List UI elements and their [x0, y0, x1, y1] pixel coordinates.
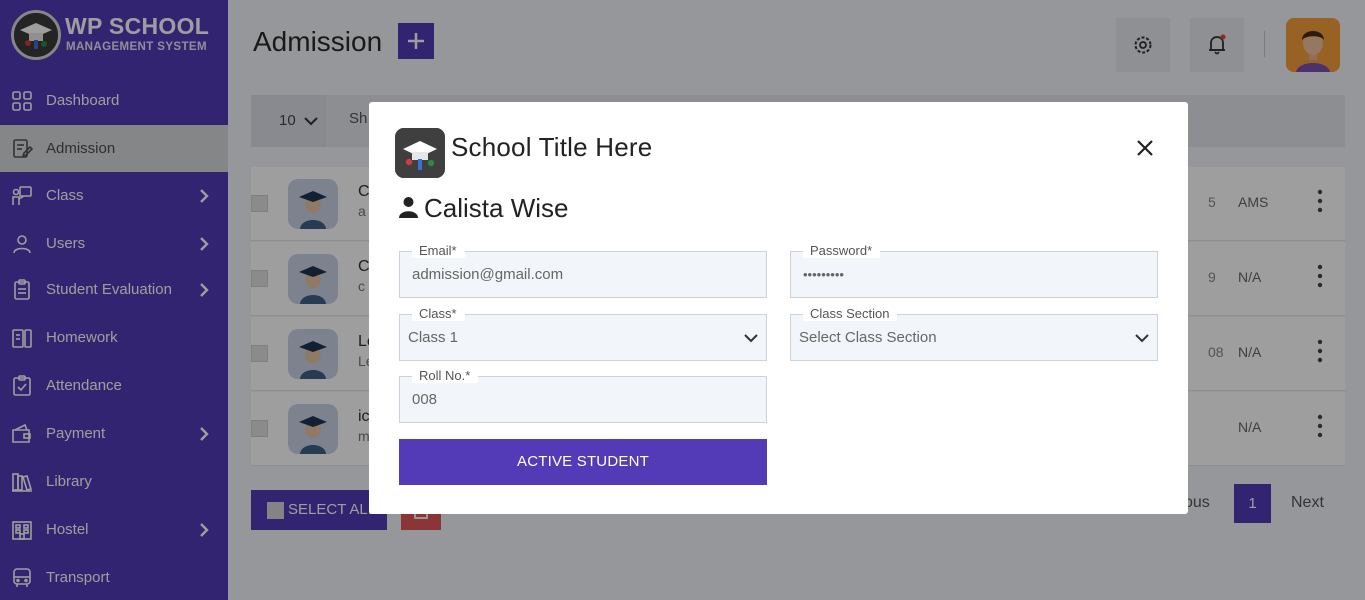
roll-no-field[interactable]: Roll No.* 008: [399, 369, 767, 423]
modal-title: School Title Here: [451, 132, 653, 162]
active-student-button[interactable]: ACTIVE STUDENT: [399, 439, 767, 485]
class-section-select[interactable]: Class Section Select Class Section: [790, 307, 1158, 361]
class-value: Class 1: [408, 329, 459, 346]
student-name-heading: Calista Wise: [424, 193, 569, 223]
roll-no-value: 008: [412, 391, 438, 408]
chevron-down-icon: [744, 334, 758, 343]
email-value: admission@gmail.com: [412, 266, 564, 283]
email-field[interactable]: Email* admission@gmail.com: [399, 244, 767, 298]
class-select[interactable]: Class* Class 1: [399, 307, 767, 361]
close-icon[interactable]: [1136, 139, 1154, 157]
active-student-modal: School Title Here Calista Wise Email* ad…: [369, 102, 1188, 514]
password-value: •••••••••: [803, 267, 844, 282]
password-field[interactable]: Password* •••••••••: [790, 244, 1158, 298]
chevron-down-icon: [1135, 334, 1149, 343]
class-section-value: Select Class Section: [799, 329, 937, 346]
user-icon: [399, 197, 418, 218]
email-label: Email*: [412, 244, 465, 258]
roll-no-label: Roll No.*: [412, 369, 479, 383]
school-logo: [395, 128, 445, 178]
password-label: Password*: [803, 244, 881, 258]
class-section-label: Class Section: [803, 307, 898, 321]
class-label: Class*: [412, 307, 465, 321]
